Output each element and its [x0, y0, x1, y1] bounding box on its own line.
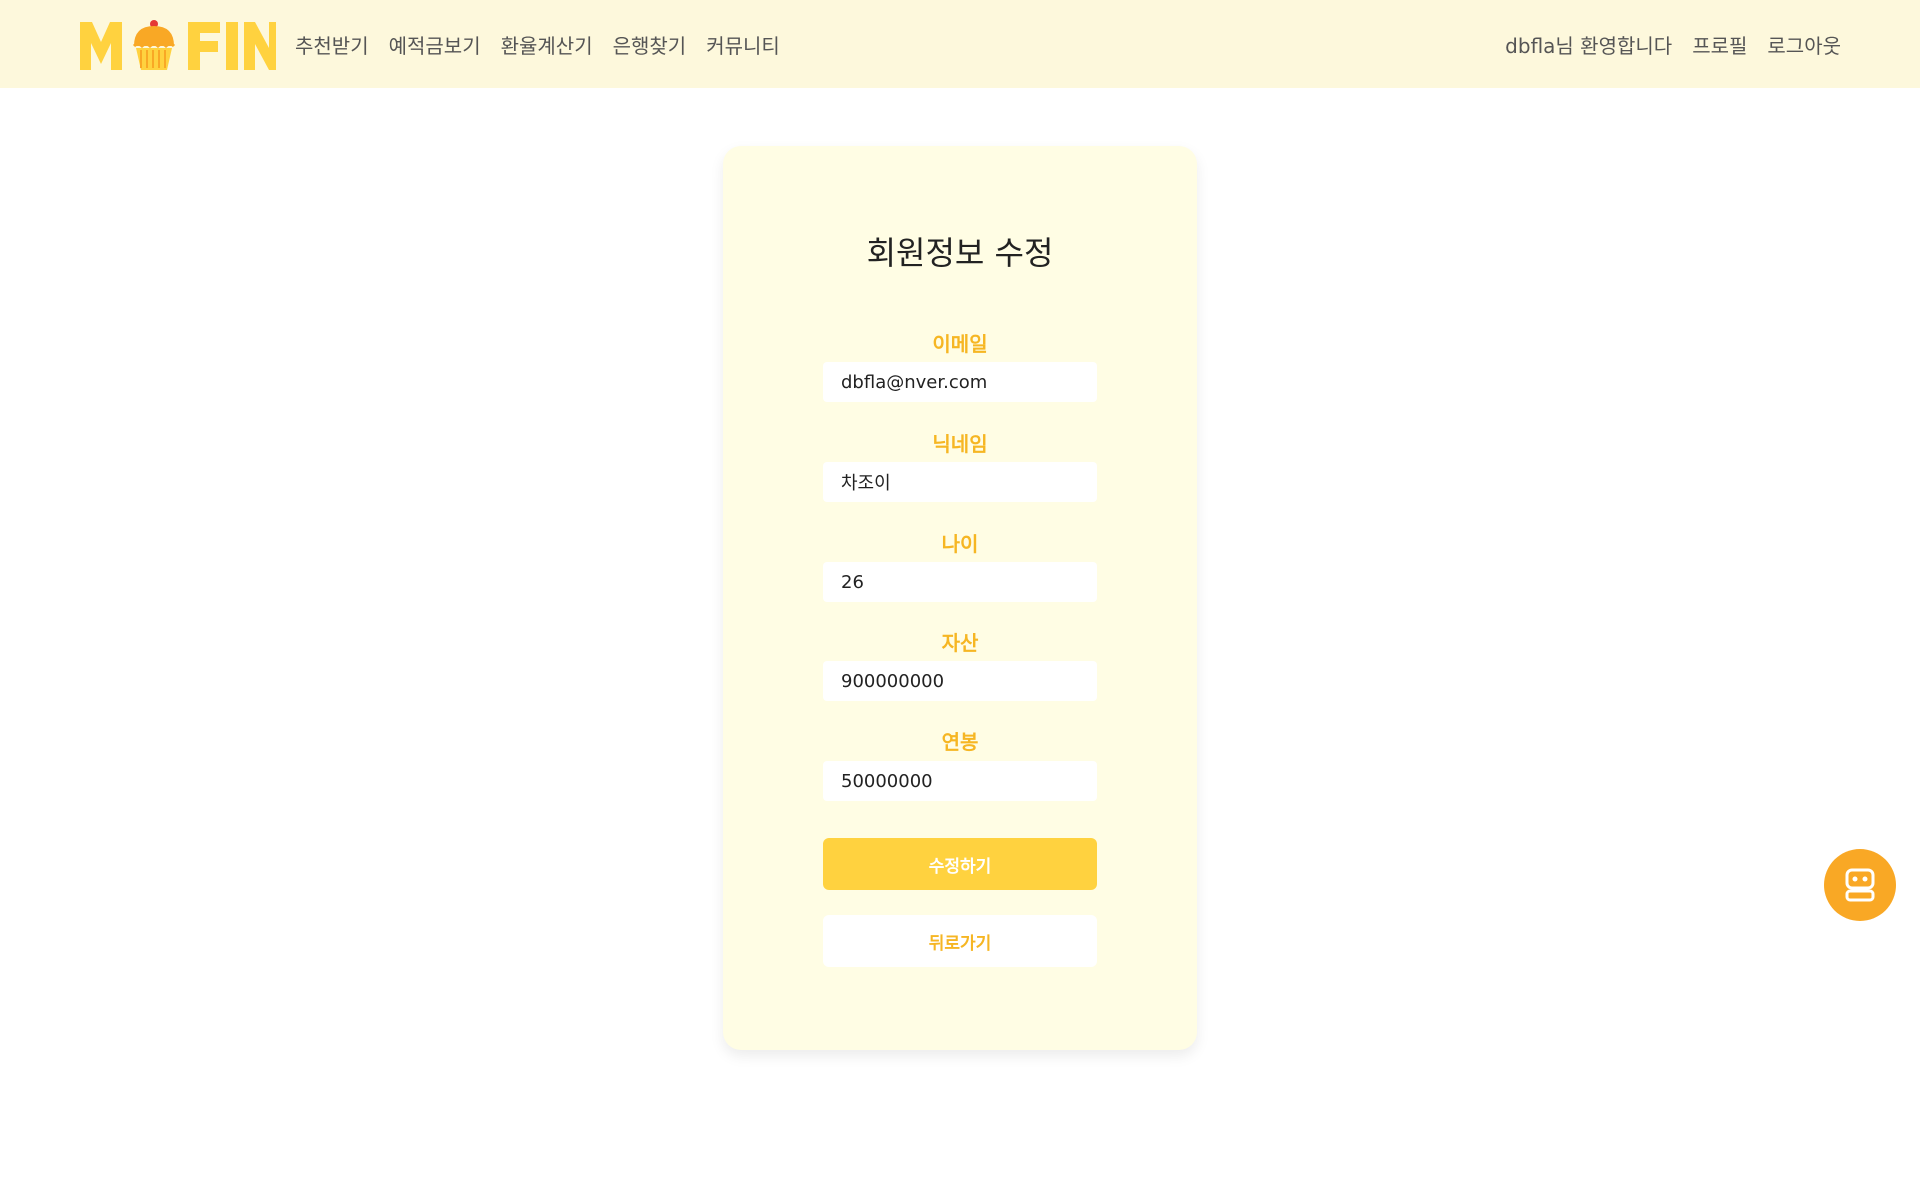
- age-label: 나이: [941, 532, 979, 556]
- email-label: 이메일: [932, 332, 988, 356]
- nav-community[interactable]: 커뮤니티: [706, 30, 780, 59]
- assets-field[interactable]: [823, 661, 1097, 701]
- submit-button[interactable]: 수정하기: [823, 838, 1097, 890]
- salary-label: 연봉: [941, 730, 979, 754]
- muffin-icon: [132, 20, 176, 70]
- nav-deposits[interactable]: 예적금보기: [389, 30, 481, 59]
- nav-recommend[interactable]: 추천받기: [295, 30, 369, 59]
- assets-label: 자산: [941, 631, 979, 655]
- nav-bank-finder[interactable]: 은행찾기: [613, 30, 687, 59]
- nav-exchange-calculator[interactable]: 환율계산기: [501, 30, 593, 59]
- email-field[interactable]: [823, 362, 1097, 402]
- back-button[interactable]: 뒤로가기: [823, 915, 1097, 967]
- welcome-text: dbfla님 환영합니다: [1505, 33, 1673, 58]
- chatbot-button[interactable]: [1824, 849, 1896, 921]
- salary-field[interactable]: [823, 761, 1097, 801]
- nickname-label: 닉네임: [932, 432, 988, 456]
- user-nav: dbfla님 환영합니다 프로필 로그아웃: [1485, 0, 1841, 88]
- main-nav: 추천받기 예적금보기 환율계산기 은행찾기 커뮤니티: [295, 0, 800, 88]
- page-title: 회원정보 수정: [866, 234, 1054, 272]
- mufin-logo[interactable]: [78, 18, 276, 72]
- top-navbar: 추천받기 예적금보기 환율계산기 은행찾기 커뮤니티 dbfla님 환영합니다 …: [0, 0, 1920, 88]
- nav-logout[interactable]: 로그아웃: [1767, 30, 1841, 59]
- age-field[interactable]: [823, 562, 1097, 602]
- nav-profile[interactable]: 프로필: [1692, 30, 1747, 59]
- nickname-field[interactable]: [823, 462, 1097, 502]
- robot-icon: [1845, 868, 1875, 902]
